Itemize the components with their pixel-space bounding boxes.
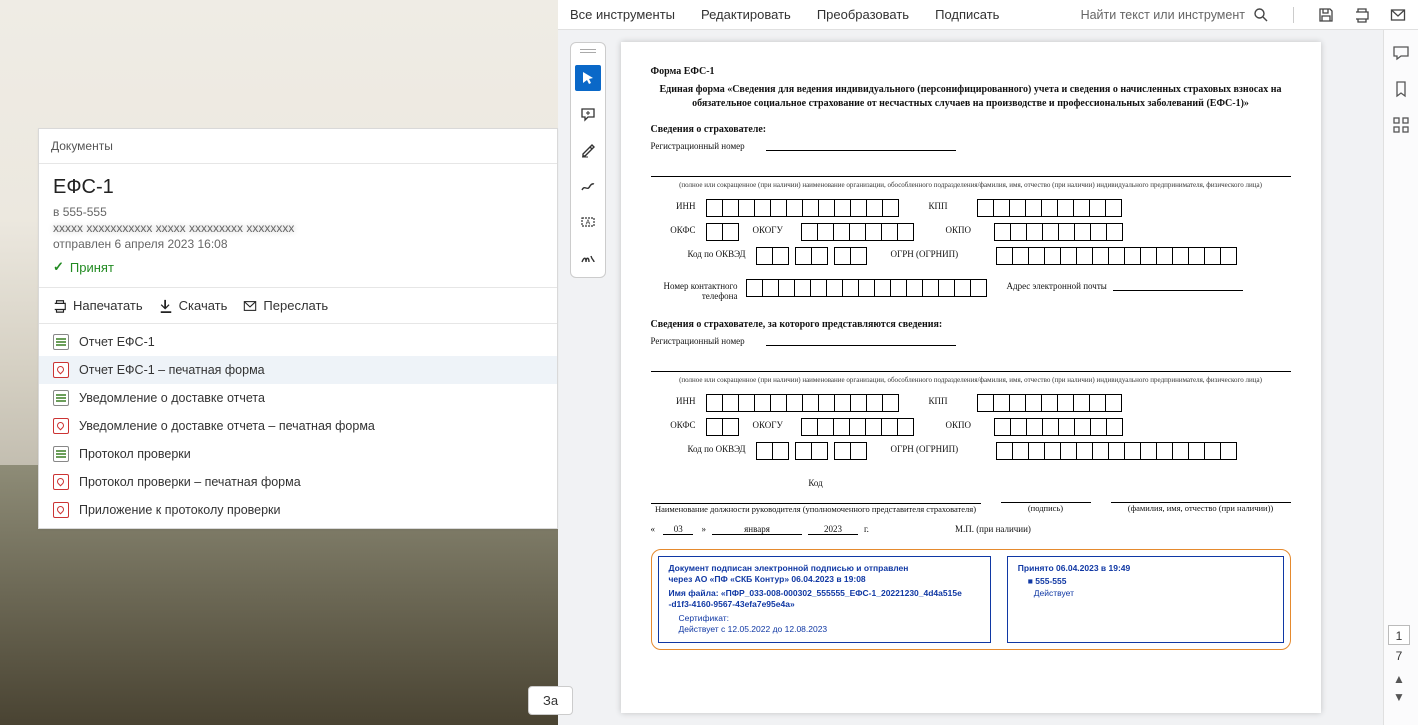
section2-label: Сведения о страхователе, за которого пре…: [651, 319, 1291, 330]
page-down-button[interactable]: ▼: [1392, 689, 1406, 705]
download-icon: [159, 299, 173, 313]
comment-tool[interactable]: [575, 101, 601, 127]
reg-number-value: [766, 139, 956, 151]
signature-footer: Код Наименование должности руководителя …: [651, 478, 1291, 514]
doc-file-icon: [53, 334, 69, 350]
org-name-line: [651, 161, 1291, 177]
floating-tool-rail[interactable]: A: [570, 42, 606, 278]
file-row[interactable]: Отчет ЕФС-1: [39, 328, 557, 356]
search-placeholder: Найти текст или инструмент: [1081, 8, 1245, 22]
file-label: Уведомление о доставке отчета: [79, 391, 265, 405]
draw-tool[interactable]: [575, 173, 601, 199]
file-label: Уведомление о доставке отчета – печатная…: [79, 419, 375, 433]
kpp-cells: [977, 199, 1122, 217]
thumbnails-panel-icon[interactable]: [1392, 116, 1410, 134]
sending-stamp: Документ подписан электронной подписью и…: [658, 556, 991, 643]
file-row[interactable]: Уведомление о доставке отчета – печатная…: [39, 412, 557, 440]
file-label: Протокол проверки – печатная форма: [79, 475, 301, 489]
file-label: Отчет ЕФС-1: [79, 335, 155, 349]
forward-label: Переслать: [263, 298, 328, 313]
menu-convert[interactable]: Преобразовать: [817, 7, 909, 22]
pdf-file-icon: [53, 362, 69, 378]
current-page-input[interactable]: 1: [1388, 625, 1410, 645]
signature-tool[interactable]: [575, 245, 601, 271]
doc-file-icon: [53, 446, 69, 462]
highlight-tool[interactable]: [575, 137, 601, 163]
signature-stamps-group: Документ подписан электронной подписью и…: [651, 549, 1291, 650]
file-row[interactable]: Протокол проверки: [39, 440, 557, 468]
pdf-toolbar: Все инструменты Редактировать Преобразов…: [558, 0, 1418, 30]
share-mail-icon[interactable]: [1390, 7, 1406, 23]
page-up-button[interactable]: ▲: [1392, 671, 1406, 687]
file-row[interactable]: Уведомление о доставке отчета: [39, 384, 557, 412]
page-number-control: 1 7 ▲ ▼: [1384, 625, 1414, 705]
forward-button[interactable]: Переслать: [243, 298, 328, 313]
document-status-badge: Принят: [53, 259, 543, 275]
pdf-page: Форма ЕФС-1 Единая форма «Сведения для в…: [621, 42, 1321, 713]
document-title: ЕФС-1: [53, 176, 543, 199]
file-list: Отчет ЕФС-1 Отчет ЕФС-1 – печатная форма У…: [39, 324, 557, 528]
document-status-text: Принят: [70, 260, 114, 275]
reg-number-label: Регистрационный номер: [651, 139, 766, 151]
pdf-search[interactable]: Найти текст или инструмент: [1081, 7, 1269, 23]
document-extra-blurred: xxxxx xxxxxxxxxxx xxxxx xxxxxxxxx xxxxxx…: [53, 221, 543, 235]
pdf-side-rail: [1383, 30, 1418, 725]
inn-block: ИНН: [651, 199, 899, 217]
save-icon[interactable]: [1318, 7, 1334, 23]
search-icon: [1253, 7, 1269, 23]
pdf-viewer: Все инструменты Редактировать Преобразов…: [558, 0, 1418, 725]
bookmarks-panel-icon[interactable]: [1392, 80, 1410, 98]
documents-header: Документы: [39, 129, 557, 164]
kpp-block: КПП: [929, 199, 1122, 217]
menu-edit[interactable]: Редактировать: [701, 7, 791, 22]
file-label: Протокол проверки: [79, 447, 191, 461]
form-tag: Форма ЕФС-1: [651, 66, 1291, 77]
inn-cells: [706, 199, 899, 217]
printer-icon: [53, 299, 67, 313]
document-meta: ЕФС-1 в 555-555 xxxxx xxxxxxxxxxx xxxxx …: [39, 164, 557, 288]
download-button[interactable]: Скачать: [159, 298, 228, 313]
org-name-caption: (полное или сокращенное (при наличии) на…: [651, 181, 1291, 189]
menu-all-tools[interactable]: Все инструменты: [570, 7, 675, 22]
pdf-menu: Все инструменты Редактировать Преобразов…: [570, 7, 999, 22]
document-sent-date: отправлен 6 апреля 2023 16:08: [53, 237, 543, 251]
file-label: Отчет ЕФС-1 – печатная форма: [79, 363, 265, 377]
comments-panel-icon[interactable]: [1392, 44, 1410, 62]
rail-drag-handle[interactable]: [580, 49, 596, 53]
print-toolbar-icon[interactable]: [1354, 7, 1370, 23]
close-dialog-button[interactable]: За: [528, 686, 573, 715]
download-label: Скачать: [179, 298, 228, 313]
file-label: Приложение к протоколу проверки: [79, 503, 281, 517]
document-recipient: в 555-555: [53, 205, 543, 219]
toolbar-separator: [1293, 7, 1294, 23]
accepted-stamp: Принято 06.04.2023 в 19:49 ■ 555-555 Дей…: [1007, 556, 1284, 643]
document-actions: Напечатать Скачать Переслать: [39, 288, 557, 324]
section1-label: Сведения о страхователе:: [651, 124, 1291, 135]
svg-text:A: A: [586, 220, 591, 227]
file-row[interactable]: Приложение к протоколу проверки: [39, 496, 557, 524]
total-pages: 7: [1396, 647, 1403, 669]
file-row[interactable]: Протокол проверки – печатная форма: [39, 468, 557, 496]
documents-panel: Документы ЕФС-1 в 555-555 xxxxx xxxxxxxx…: [38, 128, 558, 529]
form-title: Единая форма «Сведения для ведения индив…: [651, 83, 1291, 110]
select-tool[interactable]: [575, 65, 601, 91]
file-row[interactable]: Отчет ЕФС-1 – печатная форма: [39, 356, 557, 384]
pdf-file-icon: [53, 474, 69, 490]
print-button[interactable]: Напечатать: [53, 298, 143, 313]
print-label: Напечатать: [73, 298, 143, 313]
pdf-canvas-area[interactable]: Форма ЕФС-1 Единая форма «Сведения для в…: [558, 30, 1383, 725]
toolbar-icons: [1318, 7, 1406, 23]
form-date-line: « 03 » января 2023 г. М.П. (при наличии): [651, 524, 1291, 535]
mail-icon: [243, 299, 257, 313]
doc-file-icon: [53, 390, 69, 406]
pdf-file-icon: [53, 502, 69, 518]
text-box-tool[interactable]: A: [575, 209, 601, 235]
pdf-file-icon: [53, 418, 69, 434]
menu-sign[interactable]: Подписать: [935, 7, 999, 22]
